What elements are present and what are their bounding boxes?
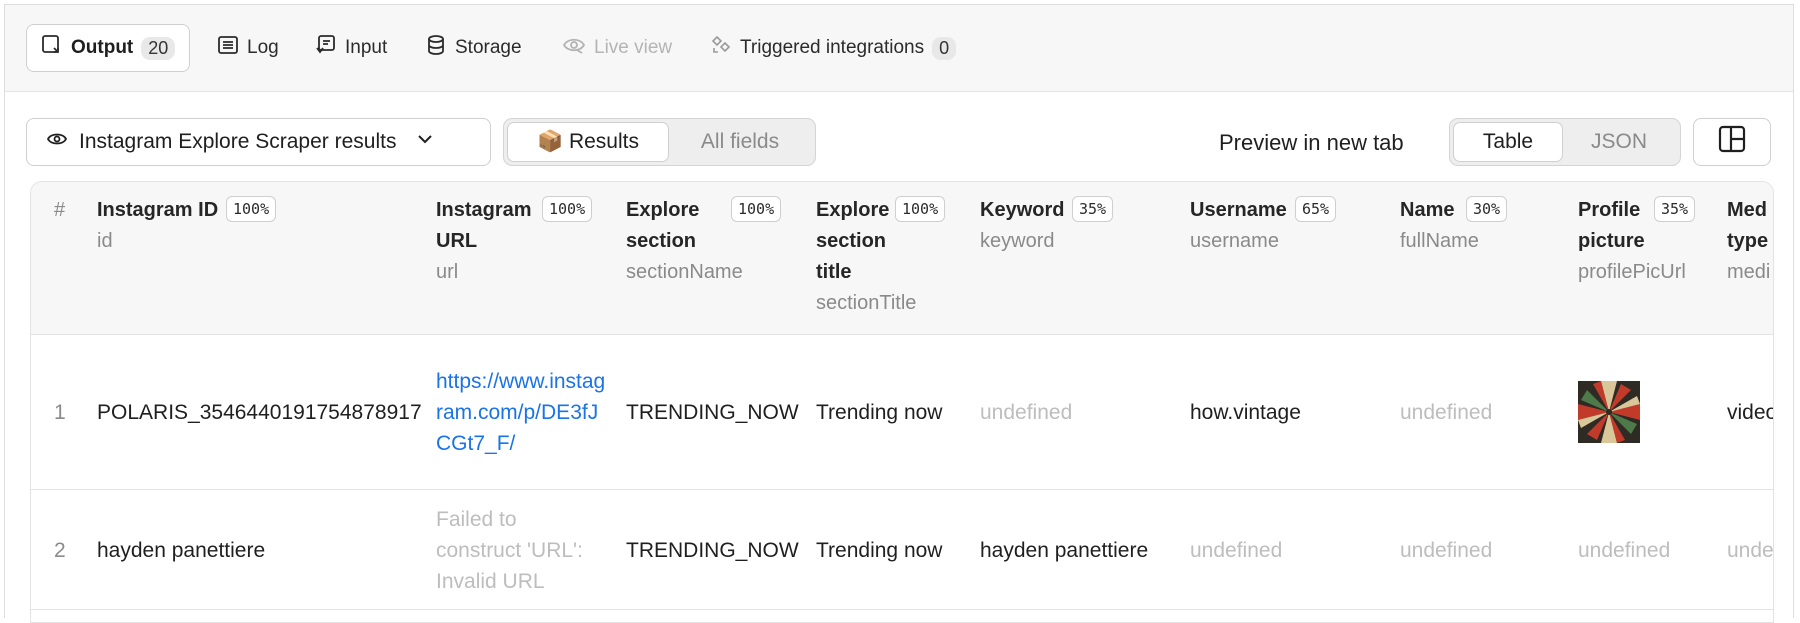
cell-sectionName: TRENDING_NOW bbox=[626, 401, 799, 424]
results-view-button[interactable]: 📦 Results bbox=[507, 122, 669, 162]
tab-storage-label: Storage bbox=[455, 37, 522, 58]
storage-icon bbox=[425, 34, 447, 62]
dataset-select-label: Instagram Explore Scraper results bbox=[79, 130, 397, 153]
column-header-url[interactable]: Instagram URL url bbox=[436, 195, 536, 288]
fill-rate-badge: 100% bbox=[542, 196, 593, 222]
cell-mediaType: unde bbox=[1727, 539, 1774, 562]
cell-sectionTitle: Trending now bbox=[816, 539, 943, 562]
all-fields-view-button[interactable]: All fields bbox=[669, 122, 811, 162]
fill-rate-badge: 35% bbox=[1072, 196, 1114, 222]
column-header-keyword[interactable]: Keyword keyword bbox=[980, 195, 1160, 257]
tab-output-count: 20 bbox=[141, 36, 176, 60]
dataset-select[interactable]: Instagram Explore Scraper results bbox=[26, 118, 491, 166]
column-header-index: # bbox=[54, 199, 66, 221]
view-toggle: 📦 Results All fields bbox=[503, 118, 816, 166]
fill-rate-badge: 30% bbox=[1466, 196, 1508, 222]
column-header-username[interactable]: Username username bbox=[1190, 195, 1370, 257]
column-key: sectionName bbox=[626, 261, 743, 283]
column-key: username bbox=[1190, 230, 1279, 252]
live-view-icon bbox=[562, 34, 586, 62]
column-name: Profile picture bbox=[1578, 199, 1645, 252]
column-header-mediaType[interactable]: Med type medi bbox=[1727, 195, 1773, 288]
cell-fullName: undefined bbox=[1400, 539, 1493, 562]
output-panel: Output 20 Log Input Storage Live view Tr… bbox=[4, 4, 1794, 623]
table-row[interactable]: 1 POLARIS_3546440191754878917 https://ww… bbox=[31, 335, 1773, 490]
tab-output-label: Output bbox=[71, 37, 134, 58]
cell-id: hayden panettiere bbox=[97, 539, 266, 562]
column-key: sectionTitle bbox=[816, 292, 917, 314]
tab-output[interactable]: Output 20 bbox=[26, 24, 191, 72]
column-name: Instagram URL bbox=[436, 199, 532, 252]
log-icon bbox=[217, 34, 239, 62]
json-format-button[interactable]: JSON bbox=[1563, 122, 1675, 162]
fill-rate-badge: 100% bbox=[226, 196, 277, 222]
column-name: Explore section bbox=[626, 199, 700, 252]
format-toggle: Table JSON bbox=[1449, 118, 1681, 166]
column-name: Explore section title bbox=[816, 199, 890, 283]
output-icon bbox=[41, 34, 63, 62]
cell-keyword: hayden panettiere bbox=[980, 539, 1149, 562]
integrations-icon bbox=[710, 34, 732, 62]
cell-profilePic: undefined bbox=[1578, 539, 1671, 562]
profile-picture-thumbnail[interactable] bbox=[1578, 381, 1640, 443]
column-key: url bbox=[436, 261, 459, 283]
input-icon bbox=[315, 34, 337, 62]
table-format-button[interactable]: Table bbox=[1453, 122, 1563, 162]
tab-log-label: Log bbox=[247, 37, 279, 58]
cell-sectionName: TRENDING_NOW bbox=[626, 539, 799, 562]
fill-rate-badge: 65% bbox=[1295, 196, 1337, 222]
fill-rate-badge: 100% bbox=[895, 196, 946, 222]
tab-live-view: Live view bbox=[562, 24, 672, 72]
layout-icon bbox=[1718, 125, 1746, 159]
fill-rate-badge: 35% bbox=[1654, 196, 1696, 222]
cell-keyword: undefined bbox=[980, 401, 1073, 424]
preview-in-new-tab-link[interactable]: Preview in new tab bbox=[1219, 127, 1404, 158]
eye-icon bbox=[46, 129, 68, 155]
tabs-bar: Output 20 Log Input Storage Live view Tr… bbox=[5, 5, 1793, 92]
chevron-down-icon bbox=[416, 130, 434, 154]
row-number: 2 bbox=[54, 539, 66, 562]
tab-live-view-label: Live view bbox=[594, 37, 673, 58]
cell-fullName: undefined bbox=[1400, 401, 1493, 424]
table-row[interactable]: 2 hayden panettiere Failed to construct … bbox=[31, 490, 1773, 610]
table-header: # Instagram ID id 100% Instagram URL url… bbox=[31, 182, 1773, 335]
tab-triggered-integrations[interactable]: Triggered integrations 0 bbox=[710, 24, 957, 72]
fill-rate-badge: 100% bbox=[731, 196, 782, 222]
tab-storage[interactable]: Storage bbox=[425, 24, 522, 72]
layout-toggle-button[interactable] bbox=[1693, 118, 1771, 166]
cell-username: how.vintage bbox=[1190, 401, 1301, 424]
cell-sectionTitle: Trending now bbox=[816, 401, 943, 424]
tab-log[interactable]: Log bbox=[217, 24, 279, 72]
cell-url-error: Failed to construct 'URL': Invalid URL bbox=[436, 508, 583, 593]
cell-username: undefined bbox=[1190, 539, 1283, 562]
column-key: fullName bbox=[1400, 230, 1479, 252]
tab-input[interactable]: Input bbox=[315, 24, 387, 72]
row-number: 1 bbox=[54, 401, 66, 424]
column-name: Keyword bbox=[980, 199, 1065, 221]
column-key: id bbox=[97, 230, 113, 252]
tab-integrations-count: 0 bbox=[932, 36, 957, 60]
cell-id: POLARIS_3546440191754878917 bbox=[97, 401, 422, 424]
cell-url-link[interactable]: https://www.instagram.com/p/DE3fJCGt7_F/ bbox=[436, 366, 606, 459]
column-key: keyword bbox=[980, 230, 1055, 252]
cell-mediaType: video bbox=[1727, 401, 1774, 424]
column-name: Username bbox=[1190, 199, 1287, 221]
column-key: medi bbox=[1727, 261, 1771, 283]
results-table: # Instagram ID id 100% Instagram URL url… bbox=[30, 181, 1774, 623]
tab-integrations-label: Triggered integrations bbox=[740, 37, 925, 58]
column-header-sectionName[interactable]: Explore section sectionName bbox=[626, 195, 743, 288]
tab-input-label: Input bbox=[345, 37, 388, 58]
column-key: profilePicUrl bbox=[1578, 261, 1686, 283]
column-name: Med type bbox=[1727, 199, 1769, 252]
